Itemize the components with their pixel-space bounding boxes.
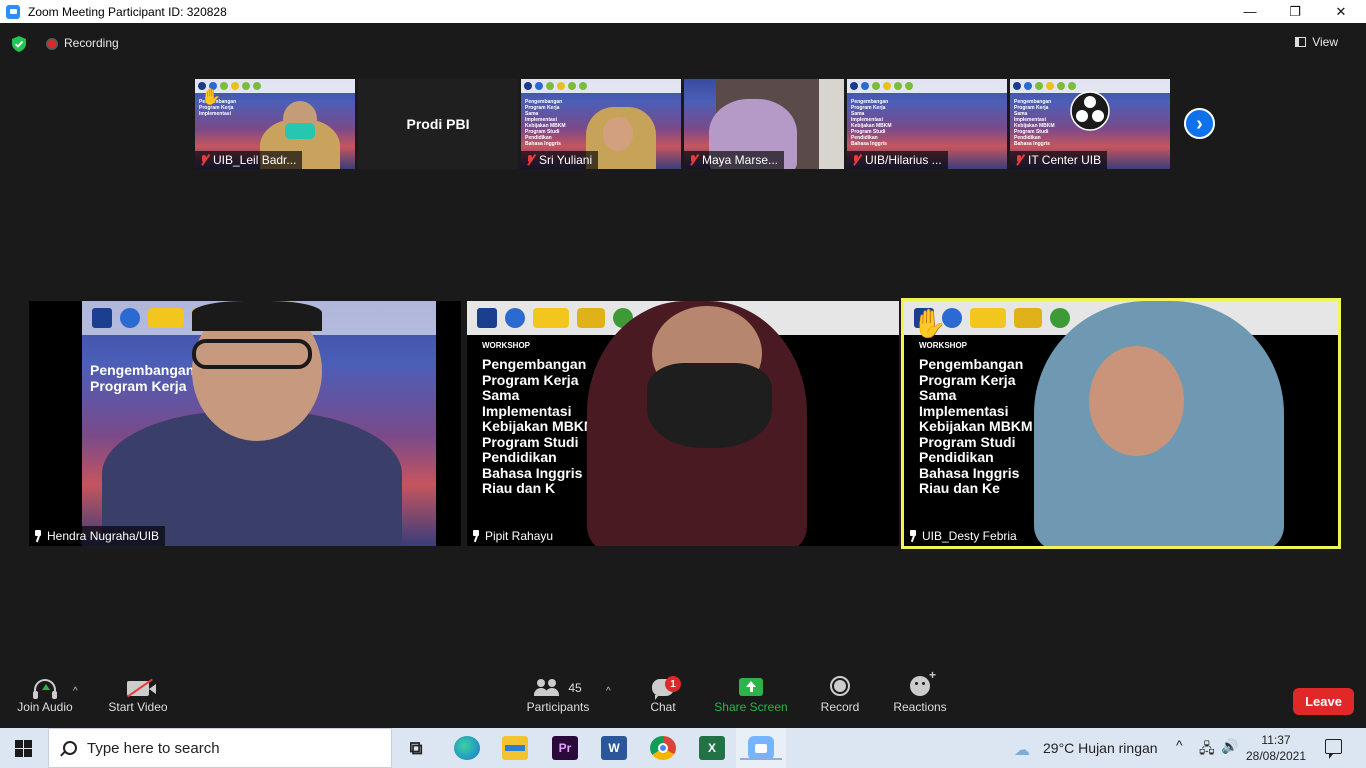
search-icon xyxy=(60,738,80,758)
start-video-button[interactable]: Start Video xyxy=(103,668,173,728)
headphone-icon xyxy=(33,679,57,699)
share-screen-button[interactable]: Share Screen xyxy=(711,668,791,728)
participant-name-tag: Pipit Rahayu xyxy=(467,526,560,546)
mask xyxy=(647,363,772,448)
mic-muted-icon xyxy=(525,154,535,166)
video-tile[interactable]: WORKSHOP Pengembangan Program Kerja Sama… xyxy=(467,301,899,546)
weather-icon: ☁ xyxy=(1014,742,1030,759)
reactions-smiley-icon xyxy=(910,668,936,696)
weather-text[interactable]: 29°C Hujan ringan xyxy=(1043,740,1158,756)
glasses xyxy=(192,339,312,369)
audio-options-caret-icon[interactable]: ^ xyxy=(73,686,78,697)
participant-name-tag: IT Center UIB xyxy=(1010,151,1108,169)
mic-muted-icon xyxy=(1014,154,1024,166)
file-explorer-icon[interactable] xyxy=(502,736,528,760)
word-icon[interactable]: W xyxy=(601,736,627,760)
view-icon xyxy=(1295,37,1307,47)
participants-icon xyxy=(534,679,560,697)
participant-name-tag: Hendra Nugraha/UIB xyxy=(29,526,166,546)
record-button[interactable]: Record xyxy=(805,668,875,728)
maximize-button[interactable]: ❐ xyxy=(1272,0,1318,23)
close-button[interactable]: ✕ xyxy=(1318,0,1364,23)
windows-taskbar: Type here to search ⧉ Pr W X ☁ 29°C Huja… xyxy=(0,728,1366,768)
participant-name-tag: UIB/Hilarius ... xyxy=(847,151,948,169)
participants-options-caret-icon[interactable]: ^ xyxy=(606,686,611,697)
meeting-controls-toolbar: Join Audio ^ Start Video 45 Participants… xyxy=(0,668,1366,728)
mic-muted-icon xyxy=(851,154,861,166)
thumbnail-tile[interactable]: Pengembangan Program Kerja Sama Implementas… xyxy=(1010,79,1170,169)
recording-label: Recording xyxy=(64,36,119,50)
share-screen-icon xyxy=(739,678,763,696)
participant-count: 45 xyxy=(568,681,582,695)
zoom-app-icon xyxy=(6,4,20,19)
shield-icon[interactable] xyxy=(11,36,27,52)
thumbnail-tile[interactable]: Pengembangan Program Kerja Sama Implementas… xyxy=(847,79,1007,169)
participant-name-tag: Sri Yuliani xyxy=(521,151,599,169)
raised-hand-icon: ✋ xyxy=(201,89,221,106)
task-view-icon[interactable]: ⧉ xyxy=(403,736,429,760)
system-clock[interactable]: 11:37 28/08/2021 xyxy=(1236,732,1316,764)
participant-name-tag: UIB_Leil Badr... xyxy=(195,151,303,169)
obs-logo-icon xyxy=(1070,91,1110,131)
excel-icon[interactable]: X xyxy=(699,736,725,760)
record-icon xyxy=(830,676,850,696)
view-label: View xyxy=(1312,35,1338,49)
minimize-button[interactable]: — xyxy=(1227,0,1273,23)
mic-muted-icon xyxy=(688,154,698,166)
video-tile[interactable]: Pengembangan Program Kerja Hendra Nugrah… xyxy=(29,301,461,546)
chat-unread-badge: 1 xyxy=(665,676,681,692)
thumbnail-tile[interactable]: Prodi PBI xyxy=(358,79,518,169)
thumbnail-tile[interactable]: Pengembangan Program Kerja Implementasi ✋ … xyxy=(195,79,355,169)
pin-icon xyxy=(471,530,481,542)
leave-button[interactable]: Leave xyxy=(1293,688,1354,715)
participant-name-tag: Maya Marse... xyxy=(684,151,785,169)
join-audio-button[interactable]: Join Audio xyxy=(10,668,80,728)
search-placeholder: Type here to search xyxy=(87,739,220,757)
window-titlebar: Zoom Meeting Participant ID: 320828 — ❐ … xyxy=(0,0,1366,23)
view-button[interactable]: View xyxy=(1295,35,1338,49)
camera-off-icon xyxy=(127,678,156,698)
recording-icon xyxy=(46,38,58,50)
notification-icon[interactable] xyxy=(1325,739,1342,759)
taskbar-search-box[interactable]: Type here to search xyxy=(48,728,392,768)
premiere-pro-icon[interactable]: Pr xyxy=(552,736,578,760)
chrome-icon[interactable] xyxy=(650,736,676,760)
next-page-button[interactable]: › xyxy=(1184,108,1215,139)
chat-button[interactable]: Chat xyxy=(628,668,698,728)
participant-name-label: Prodi PBI xyxy=(406,116,470,132)
mic-muted-icon xyxy=(199,154,209,166)
network-icon[interactable]: 🖧 xyxy=(1199,738,1215,762)
participants-button[interactable]: 45 Participants xyxy=(523,668,593,728)
window-title: Zoom Meeting Participant ID: 320828 xyxy=(28,4,227,19)
thumbnail-tile[interactable]: Pengembangan Program Kerja Sama Implementas… xyxy=(521,79,681,169)
edge-icon[interactable] xyxy=(454,736,480,760)
chevron-right-icon: › xyxy=(1196,112,1203,135)
mask xyxy=(285,123,315,139)
reactions-button[interactable]: Reactions xyxy=(885,668,955,728)
tray-expand-icon[interactable]: ^ xyxy=(1176,737,1183,753)
meeting-top-bar: Recording View xyxy=(0,23,1366,63)
active-speaker-border xyxy=(901,298,1341,549)
pin-icon xyxy=(33,530,43,542)
thumbnail-tile[interactable]: Maya Marse... xyxy=(684,79,844,169)
windows-start-icon[interactable] xyxy=(15,740,32,757)
